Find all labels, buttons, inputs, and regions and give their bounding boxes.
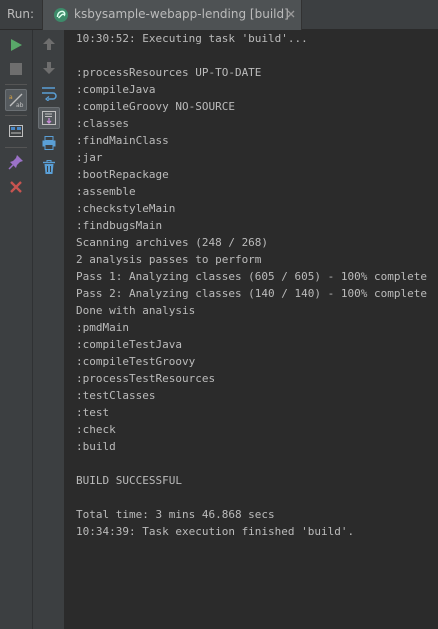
pin-icon <box>8 155 23 170</box>
console-line: 2 analysis passes to perform <box>76 253 262 266</box>
layout-icon <box>9 125 23 137</box>
svg-text:a: a <box>9 94 13 101</box>
stop-icon <box>10 63 22 75</box>
console-line: 10:34:39: Task execution finished 'build… <box>76 525 355 538</box>
toolbar-separator <box>5 84 27 85</box>
soft-wrap-icon <box>42 87 57 101</box>
arrow-down-icon <box>43 62 55 74</box>
stop-button[interactable] <box>5 58 27 80</box>
run-icon <box>11 39 22 51</box>
print-icon <box>42 136 56 150</box>
trash-icon <box>43 160 55 174</box>
console-line: :findMainClass <box>76 134 169 147</box>
console-line: Pass 1: Analyzing classes (605 / 605) - … <box>76 270 427 283</box>
soft-wrap-button[interactable] <box>38 82 60 104</box>
pin-tab-button[interactable] <box>5 151 27 173</box>
tab-title: ksbysample-webapp-lending [build] <box>74 7 289 21</box>
console-line: :assemble <box>76 185 136 198</box>
console-actions-toolbar <box>33 30 65 629</box>
close-icon <box>10 181 22 193</box>
layout-button[interactable] <box>5 120 27 142</box>
next-occurrence-button[interactable] <box>38 57 60 79</box>
previous-occurrence-button[interactable] <box>38 33 60 55</box>
tab-close-icon[interactable] <box>285 8 297 20</box>
console-line: :processResources UP-TO-DATE <box>76 66 262 79</box>
console-line: :jar <box>76 151 103 164</box>
console-line: :processTestResources <box>76 372 216 385</box>
svg-text:ab: ab <box>16 102 24 108</box>
console-line: :testClasses <box>76 389 156 402</box>
run-tab[interactable]: ksbysample-webapp-lending [build] <box>42 0 302 30</box>
console-line: :compileTestGroovy <box>76 355 196 368</box>
console-line: :findbugsMain <box>76 219 163 232</box>
console-line: Pass 2: Analyzing classes (140 / 140) - … <box>76 287 427 300</box>
console-line: Total time: 3 mins 46.868 secs <box>76 508 275 521</box>
console-line: :compileGroovy NO-SOURCE <box>76 100 235 113</box>
console-line: Done with analysis <box>76 304 196 317</box>
console-line: 10:30:52: Executing task 'build'... <box>76 32 308 45</box>
run-label: Run: <box>7 7 35 21</box>
console-line: Scanning archives (248 / 268) <box>76 236 269 249</box>
console-line: :bootRepackage <box>76 168 169 181</box>
toolbar-separator <box>5 147 27 148</box>
console-line: :build <box>76 440 116 453</box>
clear-all-button[interactable] <box>38 156 60 178</box>
arrow-up-icon <box>43 38 55 50</box>
scroll-to-end-icon <box>42 111 56 125</box>
toolbar-separator <box>5 115 27 116</box>
console-line: :check <box>76 423 116 436</box>
scroll-to-end-button[interactable] <box>38 107 60 129</box>
close-run-button[interactable] <box>5 176 27 198</box>
console-line: :checkstyleMain <box>76 202 176 215</box>
console-line: :test <box>76 406 110 419</box>
console-line: :pmdMain <box>76 321 129 334</box>
sort-icon: a ab <box>9 93 24 108</box>
sort-toggle-button[interactable]: a ab <box>5 89 27 111</box>
gradle-icon <box>54 8 68 22</box>
console-line: :classes <box>76 117 129 130</box>
console-output[interactable]: 10:30:52: Executing task 'build'... :proc… <box>66 30 438 629</box>
run-actions-toolbar: a ab <box>0 30 33 629</box>
rerun-button[interactable] <box>5 34 27 56</box>
console-line: :compileJava <box>76 83 156 96</box>
console-line: :compileTestJava <box>76 338 182 351</box>
print-button[interactable] <box>38 132 60 154</box>
run-toolbar-header: Run: ksbysample-webapp-lending [build] <box>0 0 438 30</box>
console-line: BUILD SUCCESSFUL <box>76 474 182 487</box>
